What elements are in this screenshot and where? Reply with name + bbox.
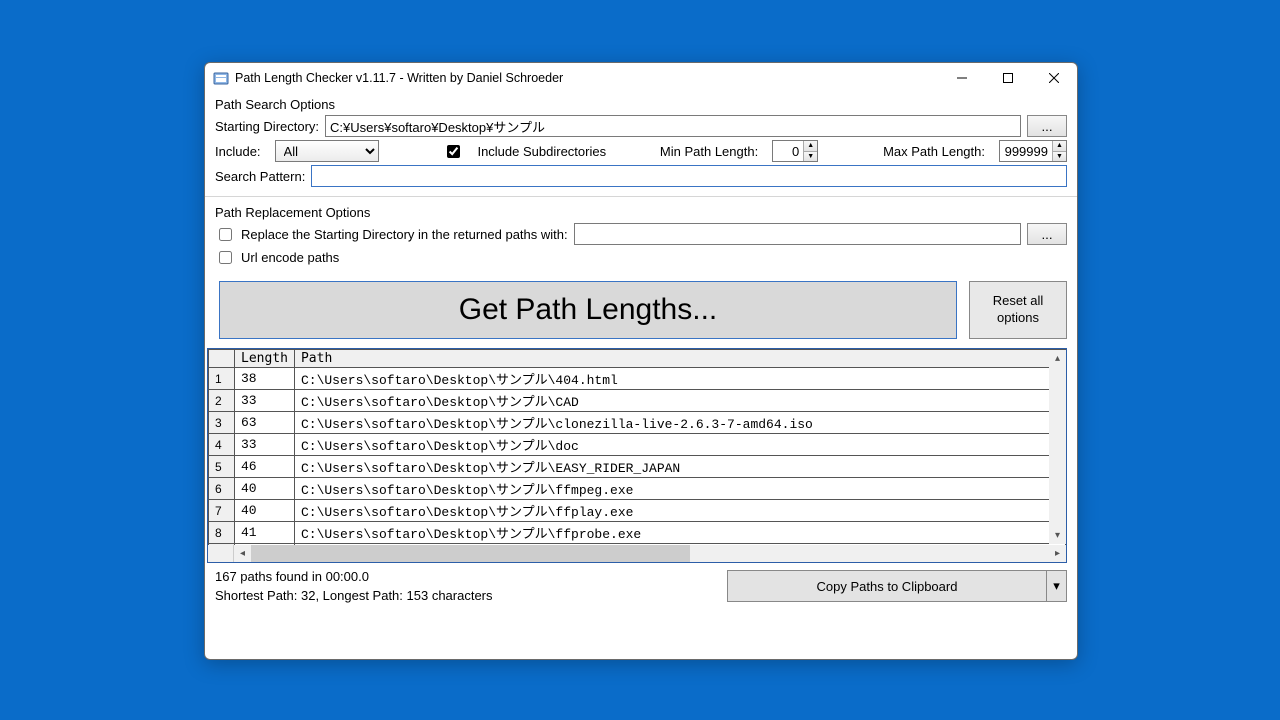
spin-up-icon: ▲ [1053,141,1066,152]
table-row[interactable]: 433C:\Users\softaro\Desktop\サンプル\doc [209,434,1066,456]
spin-down-icon: ▼ [804,152,817,162]
row-number[interactable]: 3 [209,412,235,434]
col-header-path[interactable]: Path [294,350,1065,368]
reset-options-button[interactable]: Reset all options [969,281,1067,339]
max-path-input[interactable] [1000,141,1052,161]
spin-down-icon: ▼ [1053,152,1066,162]
url-encode-checkbox[interactable] [219,251,232,264]
cell-length[interactable]: 46 [235,456,295,478]
titlebar: Path Length Checker v1.11.7 - Written by… [205,63,1077,93]
include-subdirs-label: Include Subdirectories [477,144,606,159]
scroll-down-icon[interactable]: ▾ [1049,527,1066,544]
cell-path[interactable]: C:\Users\softaro\Desktop\サンプル\doc [294,434,1065,456]
row-number[interactable]: 7 [209,500,235,522]
cell-length[interactable]: 33 [235,434,295,456]
copy-paths-dropdown[interactable]: ▾ [1047,570,1067,602]
divider [205,196,1077,197]
replace-value-input[interactable] [574,223,1021,245]
cell-length[interactable]: 41 [235,522,295,544]
row-header-blank[interactable] [209,350,235,368]
copy-paths-button[interactable]: Copy Paths to Clipboard [727,570,1047,602]
table-row[interactable]: 138C:\Users\softaro\Desktop\サンプル\404.htm… [209,368,1066,390]
cell-path[interactable]: C:\Users\softaro\Desktop\サンプル\ffmpeg.exe [294,478,1065,500]
replace-start-label: Replace the Starting Directory in the re… [241,227,568,242]
search-pattern-input[interactable] [311,165,1067,187]
cell-path[interactable]: C:\Users\softaro\Desktop\サンプル\clonezilla… [294,412,1065,434]
cell-path[interactable]: C:\Users\softaro\Desktop\サンプル\ffprobe.ex… [294,522,1065,544]
minimize-button[interactable] [939,63,985,93]
cell-path[interactable]: C:\Users\softaro\Desktop\サンプル\ffplay.exe [294,500,1065,522]
min-path-spinner[interactable]: ▲▼ [772,140,818,162]
cell-length[interactable]: 40 [235,478,295,500]
min-path-label: Min Path Length: [660,144,758,159]
row-number[interactable]: 5 [209,456,235,478]
results-grid[interactable]: Length Path 138C:\Users\softaro\Desktop\… [207,348,1067,563]
row-number[interactable]: 4 [209,434,235,456]
get-path-lengths-button[interactable]: Get Path Lengths... [219,281,957,339]
close-button[interactable] [1031,63,1077,93]
starting-dir-label: Starting Directory: [215,119,319,134]
replace-start-checkbox[interactable] [219,228,232,241]
cell-length[interactable]: 63 [235,412,295,434]
include-label: Include: [215,144,261,159]
chevron-down-icon: ▾ [1053,578,1060,594]
browse-starting-dir-button[interactable]: ... [1027,115,1067,137]
table-row[interactable]: 363C:\Users\softaro\Desktop\サンプル\clonezi… [209,412,1066,434]
browse-replace-button[interactable]: ... [1027,223,1067,245]
include-subdirs-checkbox[interactable] [447,145,460,158]
app-window: Path Length Checker v1.11.7 - Written by… [204,62,1078,660]
search-options-label: Path Search Options [215,97,1067,112]
replacement-options-section: Path Replacement Options Replace the Sta… [205,201,1077,272]
replacement-options-label: Path Replacement Options [215,205,1067,220]
cell-path[interactable]: C:\Users\softaro\Desktop\サンプル\EASY_RIDER… [294,456,1065,478]
status-found: 167 paths found in 00:00.0 [215,569,727,584]
max-path-label: Max Path Length: [883,144,985,159]
status-range: Shortest Path: 32, Longest Path: 153 cha… [215,588,727,603]
search-options-section: Path Search Options Starting Directory: … [205,93,1077,192]
vertical-scrollbar[interactable]: ▴ ▾ [1049,350,1066,544]
max-path-spinner[interactable]: ▲▼ [999,140,1067,162]
maximize-button[interactable] [985,63,1031,93]
row-number[interactable]: 2 [209,390,235,412]
url-encode-label: Url encode paths [241,250,339,265]
cell-path[interactable]: C:\Users\softaro\Desktop\サンプル\CAD [294,390,1065,412]
row-number[interactable]: 1 [209,368,235,390]
table-row[interactable]: 640C:\Users\softaro\Desktop\サンプル\ffmpeg.… [209,478,1066,500]
window-title: Path Length Checker v1.11.7 - Written by… [235,71,939,85]
row-number[interactable]: 8 [209,522,235,544]
scroll-right-icon[interactable]: ▸ [1049,545,1066,562]
table-row[interactable]: 233C:\Users\softaro\Desktop\サンプル\CAD [209,390,1066,412]
table-row[interactable]: 546C:\Users\softaro\Desktop\サンプル\EASY_RI… [209,456,1066,478]
scroll-up-icon[interactable]: ▴ [1049,350,1066,367]
status-bar: 167 paths found in 00:00.0 Shortest Path… [205,563,1077,609]
cell-length[interactable]: 33 [235,390,295,412]
starting-dir-input[interactable] [325,115,1021,137]
cell-length[interactable]: 38 [235,368,295,390]
cell-length[interactable]: 40 [235,500,295,522]
app-icon [213,70,229,86]
scroll-left-icon[interactable]: ◂ [234,545,251,562]
scroll-thumb[interactable] [251,545,690,562]
cell-path[interactable]: C:\Users\softaro\Desktop\サンプル\404.html [294,368,1065,390]
include-select[interactable]: All [275,140,379,162]
table-row[interactable]: 841C:\Users\softaro\Desktop\サンプル\ffprobe… [209,522,1066,544]
row-number[interactable]: 6 [209,478,235,500]
horizontal-scrollbar[interactable]: ◂ ▸ [208,545,1066,562]
min-path-input[interactable] [773,141,803,161]
search-pattern-label: Search Pattern: [215,169,305,184]
table-row[interactable]: 740C:\Users\softaro\Desktop\サンプル\ffplay.… [209,500,1066,522]
col-header-length[interactable]: Length [235,350,295,368]
spin-up-icon: ▲ [804,141,817,152]
